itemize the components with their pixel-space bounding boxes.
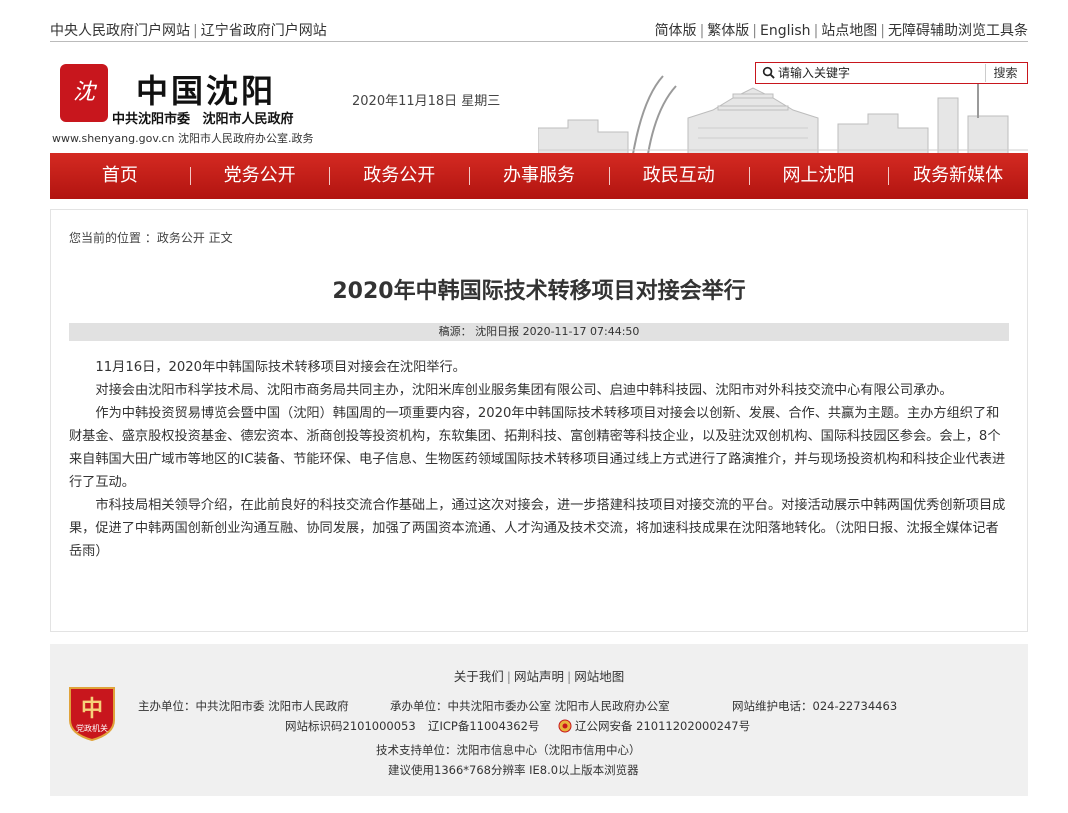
footer-link-sitemap[interactable]: 网站地图	[574, 669, 624, 684]
link-english[interactable]: English	[760, 23, 811, 39]
svg-text:中: 中	[81, 696, 103, 722]
search-input[interactable]	[778, 64, 978, 82]
article-panel: 您当前的位置 ：政务公开 正文 2020年中韩国际技术转移项目对接会举行 稿源：…	[50, 209, 1028, 632]
footer-police-text: 辽公网安备 21011202000247号	[575, 719, 751, 733]
top-links-left: 中央人民政府门户网站 | 辽宁省政府门户网站	[50, 23, 327, 39]
search-box: 搜索	[755, 62, 1028, 84]
city-seal-icon: 沈	[60, 64, 108, 122]
link-central-gov[interactable]: 中央人民政府门户网站	[50, 23, 190, 39]
article-title: 2020年中韩国际技术转移项目对接会举行	[332, 279, 746, 304]
nav-item-interaction[interactable]: 政民互动	[608, 153, 749, 199]
site-header: 沈 中国沈阳 中共沈阳市委 沈阳市人民政府 www.shenyang.gov.c…	[50, 52, 1028, 154]
nav-item-new-media[interactable]: 政务新媒体	[888, 153, 1028, 199]
link-accessibility[interactable]: 无障碍辅助浏览工具条	[888, 23, 1028, 39]
article-body: 11月16日，2020年中韩国际技术转移项目对接会在沈阳举行。 对接会由沈阳市科…	[69, 356, 1009, 563]
article-paragraph: 市科技局相关领导介绍，在此前良好的科技交流合作基础上，通过这次对接会，进一步搭建…	[69, 498, 1006, 559]
link-simplified[interactable]: 简体版	[655, 23, 697, 39]
link-liaoning-gov[interactable]: 辽宁省政府门户网站	[201, 23, 327, 39]
nav-item-party-affairs[interactable]: 党务公开	[189, 153, 330, 199]
link-traditional[interactable]: 繁体版	[707, 23, 749, 39]
footer-police-record[interactable]: 辽公网安备 21011202000247号	[558, 718, 750, 734]
footer-link-about[interactable]: 关于我们	[454, 669, 504, 684]
site-footer: 关于我们 | 网站声明 | 网站地图 中 党政机关 主办单位：中共沈阳市委 沈阳市人民政…	[50, 644, 1028, 796]
breadcrumb: 您当前的位置 ：政务公开 正文	[69, 231, 233, 245]
footer-icp[interactable]: 辽ICP备11004362号	[428, 718, 539, 734]
article-source-bar: 稿源： 沈阳日报 2020-11-17 07:44:50	[69, 323, 1009, 341]
footer-links: 关于我们 | 网站声明 | 网站地图	[453, 669, 625, 684]
link-sitemap[interactable]: 站点地图	[821, 23, 877, 39]
brand-subtitle: 中共沈阳市委 沈阳市人民政府	[112, 112, 294, 127]
main-nav: 首页 党务公开 政务公开 办事服务 政民互动 网上沈阳 政务新媒体	[50, 153, 1028, 199]
footer-organizer: 承办单位：中共沈阳市委办公室 沈阳市人民政府办公室	[390, 699, 670, 713]
article-paragraph: 对接会由沈阳市科学技术局、沈阳市商务局共同主办，沈阳米库创业服务集团有限公司、启…	[95, 383, 953, 398]
brand-title[interactable]: 中国沈阳	[136, 66, 276, 112]
brand-url: www.shenyang.gov.cn 沈阳市人民政府办公室.政务	[52, 132, 314, 145]
top-links-right: 简体版 | 繁体版 | English | 站点地图 | 无障碍辅助浏览工具条	[654, 23, 1028, 39]
party-gov-badge-icon[interactable]: 中 党政机关	[66, 684, 118, 742]
footer-tech-support: 技术支持单位：沈阳市信息中心（沈阳市信用中心）	[376, 743, 641, 757]
article-paragraph: 作为中韩投资贸易博览会暨中国（沈阳）韩国周的一项重要内容，2020年中韩国际技术…	[69, 406, 1006, 490]
header-date: 2020年11月18日 星期三	[352, 94, 501, 109]
footer-sponsor: 主办单位：中共沈阳市委 沈阳市人民政府	[138, 699, 349, 713]
footer-site-id: 网站标识码2101000053	[285, 719, 416, 733]
nav-item-services[interactable]: 办事服务	[469, 153, 609, 199]
footer-browser-note: 建议使用1366*768分辨率 IE8.0以上版本浏览器	[388, 763, 639, 777]
police-badge-icon	[558, 719, 572, 733]
footer-hotline: 网站维护电话：024-22734463	[732, 699, 898, 713]
top-links-bar: 中央人民政府门户网站 | 辽宁省政府门户网站 简体版 | 繁体版 | English | 站点地…	[50, 18, 1028, 42]
search-button[interactable]: 搜索	[985, 64, 1025, 82]
nav-item-government-affairs[interactable]: 政务公开	[329, 153, 469, 199]
article-paragraph: 11月16日，2020年中韩国际技术转移项目对接会在沈阳举行。	[95, 360, 466, 375]
nav-item-online-shenyang[interactable]: 网上沈阳	[748, 153, 889, 199]
svg-text:党政机关: 党政机关	[76, 723, 108, 733]
nav-item-home[interactable]: 首页	[50, 153, 190, 199]
footer-link-statement[interactable]: 网站声明	[514, 669, 564, 684]
search-icon[interactable]	[762, 66, 775, 79]
